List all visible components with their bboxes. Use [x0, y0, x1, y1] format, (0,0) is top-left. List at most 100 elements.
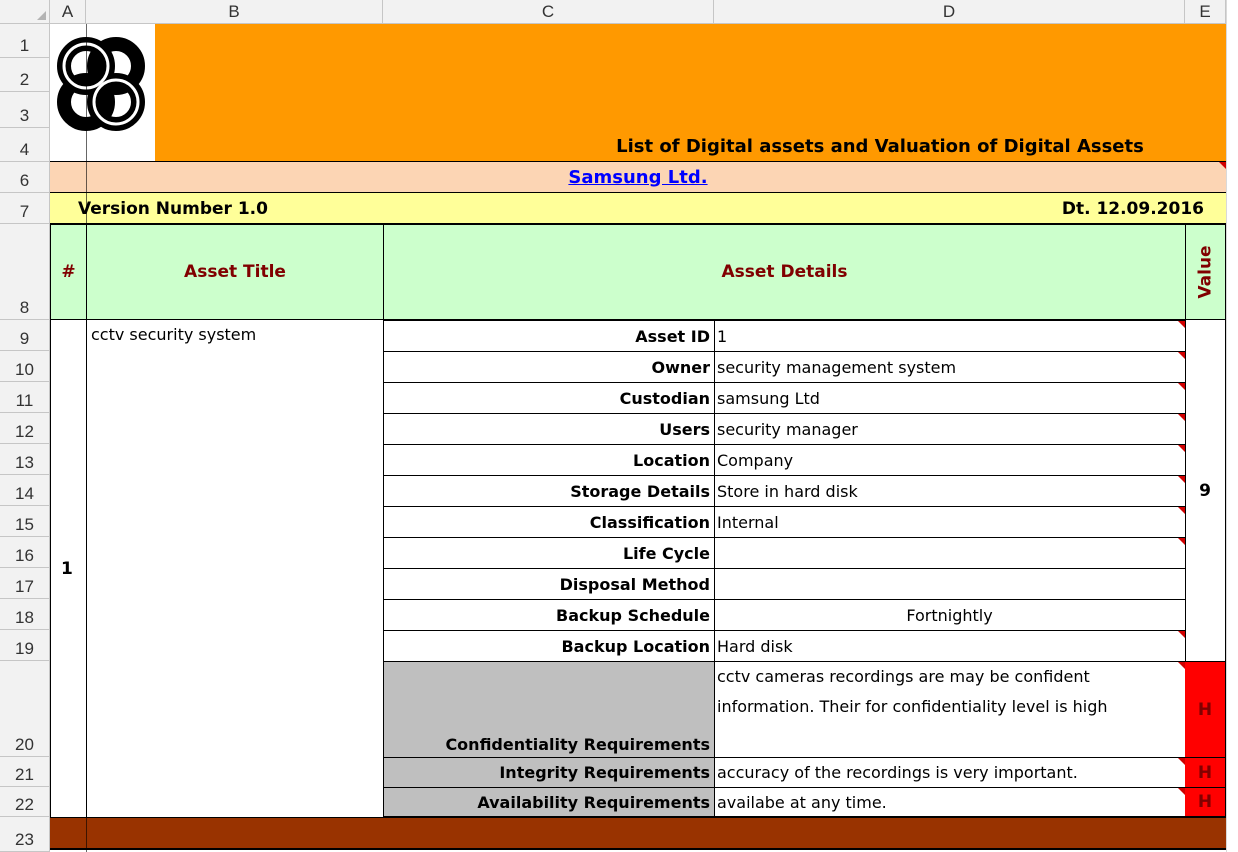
comment-indicator-icon [1178, 321, 1185, 328]
detail-value-owner[interactable]: security management system [714, 351, 1186, 382]
req-value-text: availabe at any time. [717, 792, 887, 812]
req-label-availability[interactable]: Availability Requirements [383, 787, 715, 817]
detail-label-backup-schedule[interactable]: Backup Schedule [383, 599, 715, 630]
row-header-21[interactable]: 21 [0, 757, 50, 787]
detail-value-storage[interactable]: Store in hard disk [714, 475, 1186, 506]
row-header-18[interactable]: 18 [0, 599, 50, 630]
asset-number-cell[interactable]: 1 [50, 320, 87, 817]
comment-indicator-icon [1178, 445, 1185, 452]
req-value-line-1: cctv cameras recordings are may be confi… [717, 667, 1090, 686]
grid-line [1226, 0, 1227, 852]
company-bar[interactable]: Samsung Ltd. [50, 162, 1226, 193]
detail-value-asset-id[interactable]: 1 [714, 320, 1186, 351]
detail-value-disposal[interactable] [714, 568, 1186, 599]
detail-label-owner[interactable]: Owner [383, 351, 715, 382]
detail-label-life-cycle[interactable]: Life Cycle [383, 537, 715, 568]
detail-value-text: Internal [717, 512, 779, 532]
header-asset-details[interactable]: Asset Details [383, 224, 1186, 320]
select-all-corner[interactable] [0, 0, 50, 24]
column-a-border [86, 24, 87, 852]
comment-indicator-icon [1178, 507, 1185, 514]
detail-value-custodian[interactable]: samsung Ltd [714, 382, 1186, 413]
req-label-confidentiality: Confidentiality Requirements [445, 735, 710, 754]
column-header-e[interactable]: E [1185, 0, 1226, 24]
detail-value-location[interactable]: Company [714, 444, 1186, 475]
column-header-a[interactable]: A [50, 0, 86, 24]
req-value-text: accuracy of the recordings is very impor… [717, 763, 1078, 782]
row-header-19[interactable]: 19 [0, 630, 50, 661]
logo-cell [50, 24, 155, 162]
detail-label-custodian[interactable]: Custodian [383, 382, 715, 413]
detail-value-users[interactable]: security manager [714, 413, 1186, 444]
header-asset-title[interactable]: Asset Title [86, 224, 384, 320]
comment-indicator-icon [1178, 352, 1185, 359]
row-header-2[interactable]: 2 [0, 58, 50, 92]
row-header-7[interactable]: 7 [0, 193, 50, 224]
row-header-16[interactable]: 16 [0, 537, 50, 568]
detail-label-location[interactable]: Location [383, 444, 715, 475]
detail-value-text: security manager [717, 419, 858, 439]
comment-indicator-icon [1178, 476, 1185, 483]
detail-value-text: Store in hard disk [717, 481, 858, 501]
detail-value-text: samsung Ltd [717, 388, 820, 408]
row-header-3[interactable]: 3 [0, 92, 50, 128]
detail-label-asset-id[interactable]: Asset ID [383, 320, 715, 351]
row-header-11[interactable]: 11 [0, 382, 50, 413]
row-header-17[interactable]: 17 [0, 568, 50, 599]
header-number[interactable]: # [50, 224, 87, 320]
row-header-4[interactable]: 4 [0, 128, 50, 162]
row-header-22[interactable]: 22 [0, 787, 50, 817]
sheet-title[interactable]: List of Digital assets and Valuation of … [560, 136, 1200, 160]
interlocking-rings-logo-icon [57, 37, 145, 131]
row-header-20[interactable]: 20 [0, 661, 50, 757]
column-header-d[interactable]: D [714, 0, 1185, 24]
row-header-15[interactable]: 15 [0, 506, 50, 537]
row-header-10[interactable]: 10 [0, 351, 50, 382]
version-number[interactable]: Version Number 1.0 [78, 193, 378, 224]
rating-availability-cell[interactable]: H [1185, 787, 1226, 817]
asset-title-cell[interactable]: cctv security system [86, 320, 384, 817]
detail-value-backup-location[interactable]: Hard disk [714, 630, 1186, 661]
row-header-14[interactable]: 14 [0, 475, 50, 506]
company-link[interactable]: Samsung Ltd. [568, 167, 707, 188]
version-date[interactable]: Dt. 12.09.2016 [880, 193, 1204, 224]
req-label-integrity[interactable]: Integrity Requirements [383, 757, 715, 787]
detail-value-life-cycle[interactable] [714, 537, 1186, 568]
asset-value: 9 [1199, 480, 1211, 501]
row-header-12[interactable]: 12 [0, 413, 50, 444]
comment-indicator-icon [1178, 788, 1185, 795]
comment-indicator-icon [1219, 162, 1226, 169]
detail-label-backup-location[interactable]: Backup Location [383, 630, 715, 661]
detail-value-classification[interactable]: Internal [714, 506, 1186, 537]
detail-label-classification[interactable]: Classification [383, 506, 715, 537]
detail-value-backup-schedule[interactable]: Fortnightly [714, 599, 1186, 630]
row-header-8[interactable]: 8 [0, 224, 50, 320]
detail-value-text: Company [717, 450, 794, 470]
req-value-integrity[interactable]: accuracy of the recordings is very impor… [714, 757, 1186, 787]
rating-availability: H [1197, 792, 1213, 812]
header-value-cell[interactable]: Value [1185, 224, 1226, 320]
row-header-23[interactable]: 23 [0, 817, 50, 852]
row-header-13[interactable]: 13 [0, 444, 50, 475]
column-header-c[interactable]: C [383, 0, 714, 24]
column-header-b[interactable]: B [86, 0, 383, 24]
comment-indicator-icon [1178, 758, 1185, 765]
footer-bar [50, 817, 1226, 850]
req-value-confidentiality[interactable]: cctv cameras recordings are may be confi… [714, 661, 1186, 757]
detail-label-storage[interactable]: Storage Details [383, 475, 715, 506]
req-label-confidentiality-cell[interactable]: Confidentiality Requirements [383, 661, 715, 757]
row-header-6[interactable]: 6 [0, 162, 50, 193]
detail-value-text: Hard disk [717, 636, 793, 656]
rating-confidentiality: H [1197, 699, 1213, 720]
detail-value-text: security management system [717, 357, 957, 377]
req-value-availability[interactable]: availabe at any time. [714, 787, 1186, 817]
row-header-1[interactable]: 1 [0, 24, 50, 58]
asset-value-cell[interactable]: 9 [1185, 320, 1226, 661]
rating-confidentiality-cell[interactable]: H [1185, 661, 1226, 757]
detail-label-users[interactable]: Users [383, 413, 715, 444]
rating-integrity-cell[interactable]: H [1185, 757, 1226, 787]
corner-triangle-icon [37, 11, 46, 20]
detail-label-disposal[interactable]: Disposal Method [383, 568, 715, 599]
rating-integrity: H [1197, 762, 1213, 783]
row-header-9[interactable]: 9 [0, 320, 50, 351]
